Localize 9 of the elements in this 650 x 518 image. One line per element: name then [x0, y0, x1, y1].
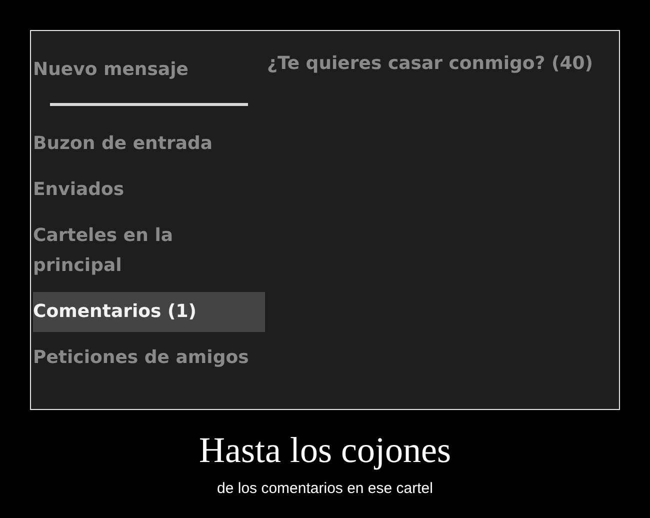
sidebar-item[interactable]: Carteles en la principal — [33, 216, 265, 286]
new-message-link[interactable]: Nuevo mensaje — [33, 53, 188, 87]
sidebar-item[interactable]: Comentarios (1) — [33, 292, 265, 332]
poster-caption-subtitle: de los comentarios en ese cartel — [217, 480, 433, 497]
sidebar-item[interactable]: Peticiones de amigos — [33, 338, 265, 378]
sidebar-item[interactable]: Enviados — [33, 170, 265, 210]
poster-caption-title: Hasta los cojones — [199, 429, 451, 472]
message-title[interactable]: ¿Te quieres casar conmigo? (40) — [267, 53, 594, 75]
sidebar-item[interactable]: Buzon de entrada — [33, 124, 265, 164]
